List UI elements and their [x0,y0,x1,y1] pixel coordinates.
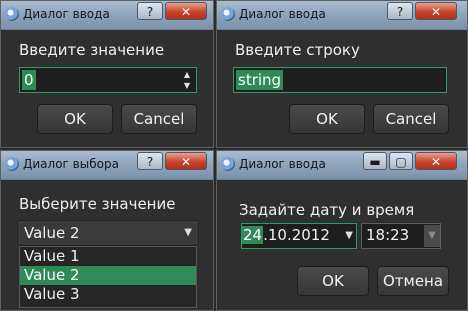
time-edit[interactable]: 18:23 ▼ [361,223,441,249]
window-title: Диалог выбора [23,157,119,171]
chevron-down-icon[interactable]: ▼ [424,225,440,247]
close-button[interactable]: ✕ [165,2,207,20]
minimize-icon[interactable]: ▬ [363,152,387,170]
dropdown-list[interactable]: Value 1 Value 2 Value 3 [19,246,197,308]
window-title: Диалог ввода [239,157,326,171]
spinbox-value: 0 [22,70,36,90]
date-day-selected: 24 [242,226,264,244]
app-icon [5,7,19,21]
down-arrow-icon[interactable]: ▼ [180,80,194,91]
maximize-icon[interactable]: ▢ [389,152,413,170]
close-button[interactable]: ✕ [415,2,457,20]
text-input[interactable]: string [233,67,447,93]
help-button[interactable]: ? [137,152,163,170]
help-button[interactable]: ? [137,2,163,20]
dialog-text-input: Диалог ввода ? ✕ Введите строку string O… [216,0,468,148]
prompt-label: Выберите значение [19,195,176,213]
list-item-value-2[interactable]: Value 2 [20,266,196,285]
app-icon [221,157,235,171]
help-button[interactable]: ? [387,2,413,20]
app-icon [221,7,235,21]
date-edit[interactable]: 24.10.2012 ▼ [241,223,357,249]
time-value: 18:23 [366,226,410,244]
prompt-label: Введите значение [19,41,165,59]
list-item-value-1[interactable]: Value 1 [20,247,196,266]
cancel-button[interactable]: Cancel [373,104,449,134]
ok-button[interactable]: OK [289,104,365,134]
combobox-selected: Value 2 [24,224,80,242]
dialog-datetime: Диалог ввода ▬ ▢ ✕ Задайте дату и время … [216,150,468,311]
ok-button[interactable]: OK [297,266,369,296]
title-bar[interactable]: Диалог ввода ▬ ▢ ✕ [217,151,467,180]
window-title: Диалог ввода [239,7,326,21]
title-bar[interactable]: Диалог выбора ? ✕ [1,151,213,180]
close-button[interactable]: ✕ [165,152,207,170]
chevron-down-icon[interactable]: ▼ [184,221,192,245]
date-rest: .10.2012 [263,226,330,244]
number-spinbox[interactable]: 0 ▲ ▼ [19,67,197,93]
app-icon [5,157,19,171]
prompt-label: Задайте дату и время [239,201,415,219]
dialog-item-select: Диалог выбора ? ✕ Выберите значение Valu… [0,150,214,311]
title-bar[interactable]: Диалог ввода ? ✕ [1,1,213,30]
window-title: Диалог ввода [23,7,110,21]
prompt-label: Введите строку [235,41,360,59]
dialog-int-input: Диалог ввода ? ✕ Введите значение 0 ▲ ▼ … [0,0,214,148]
text-input-value: string [236,70,284,90]
chevron-down-icon[interactable]: ▼ [345,225,353,247]
value-combobox[interactable]: Value 2 ▼ [17,220,199,246]
cancel-button[interactable]: Отмена [377,266,449,296]
ok-button[interactable]: OK [37,104,113,134]
up-arrow-icon[interactable]: ▲ [180,69,194,80]
list-item-value-3[interactable]: Value 3 [20,285,196,304]
cancel-button[interactable]: Cancel [121,104,197,134]
close-button[interactable]: ✕ [415,152,457,170]
title-bar[interactable]: Диалог ввода ? ✕ [217,1,467,30]
